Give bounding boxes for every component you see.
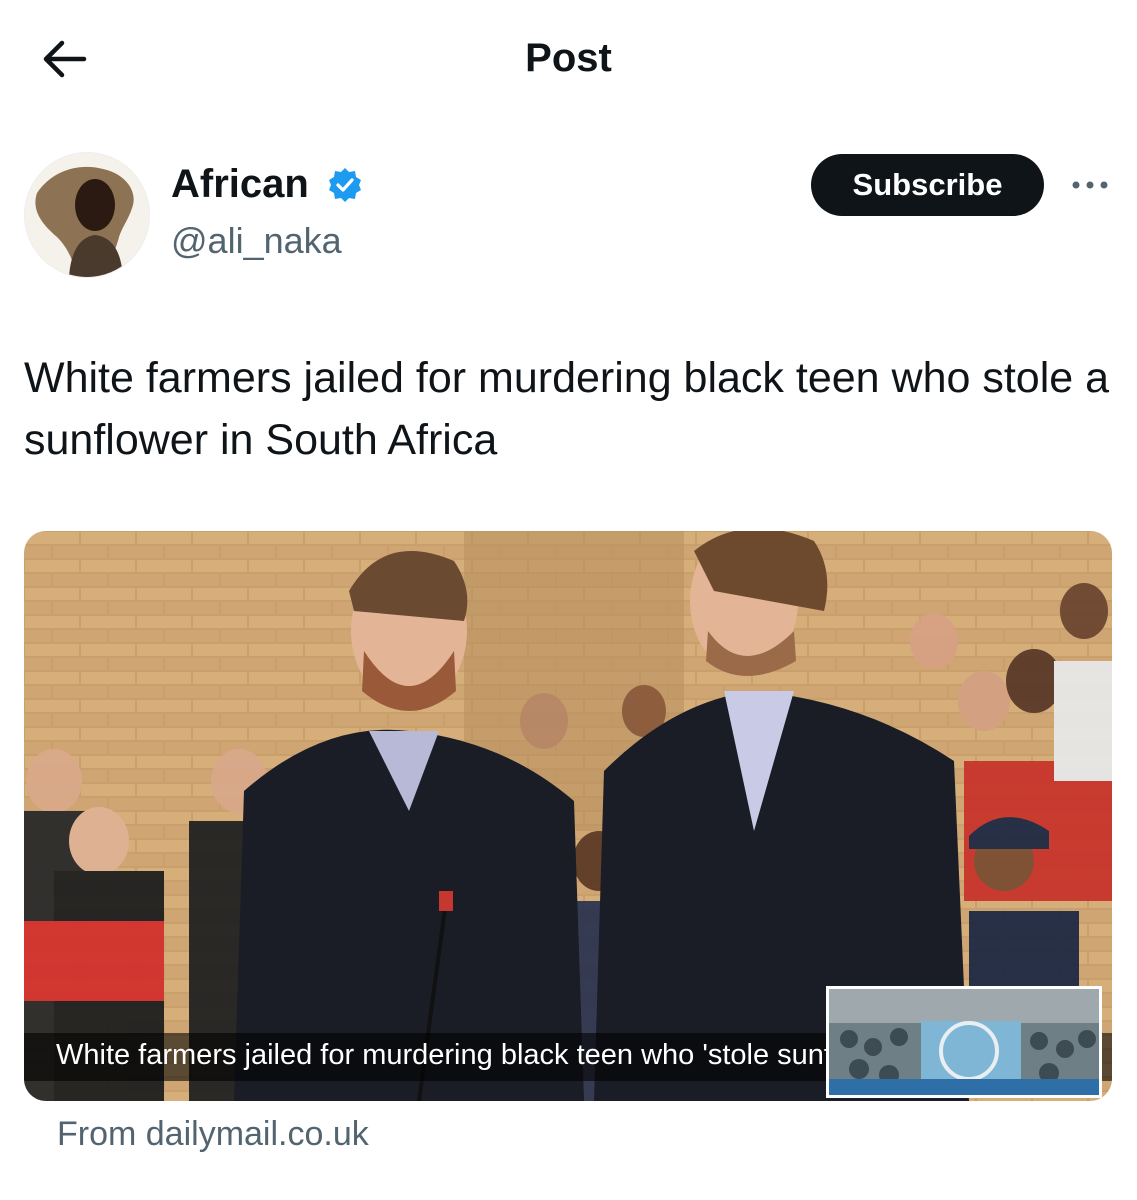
more-horizontal-icon [1072, 181, 1108, 189]
card-caption: White farmers jailed for murdering black… [56, 1039, 922, 1071]
link-source[interactable]: From dailymail.co.uk [57, 1115, 369, 1154]
subscribe-button[interactable]: Subscribe [811, 154, 1044, 216]
post-author: African @ali_naka Subscribe [0, 140, 1137, 290]
top-bar: Post [0, 0, 1137, 120]
display-name[interactable]: African [171, 162, 309, 207]
post-text: White farmers jailed for murdering black… [24, 354, 1110, 464]
user-handle[interactable]: @ali_naka [171, 220, 342, 262]
video-thumbnail[interactable] [826, 986, 1102, 1098]
page-title: Post [525, 36, 612, 80]
verified-badge-icon [326, 166, 364, 204]
avatar[interactable] [24, 152, 150, 278]
more-button[interactable] [1066, 168, 1114, 202]
link-preview-card[interactable]: White farmers jailed for murdering black… [24, 531, 1112, 1101]
